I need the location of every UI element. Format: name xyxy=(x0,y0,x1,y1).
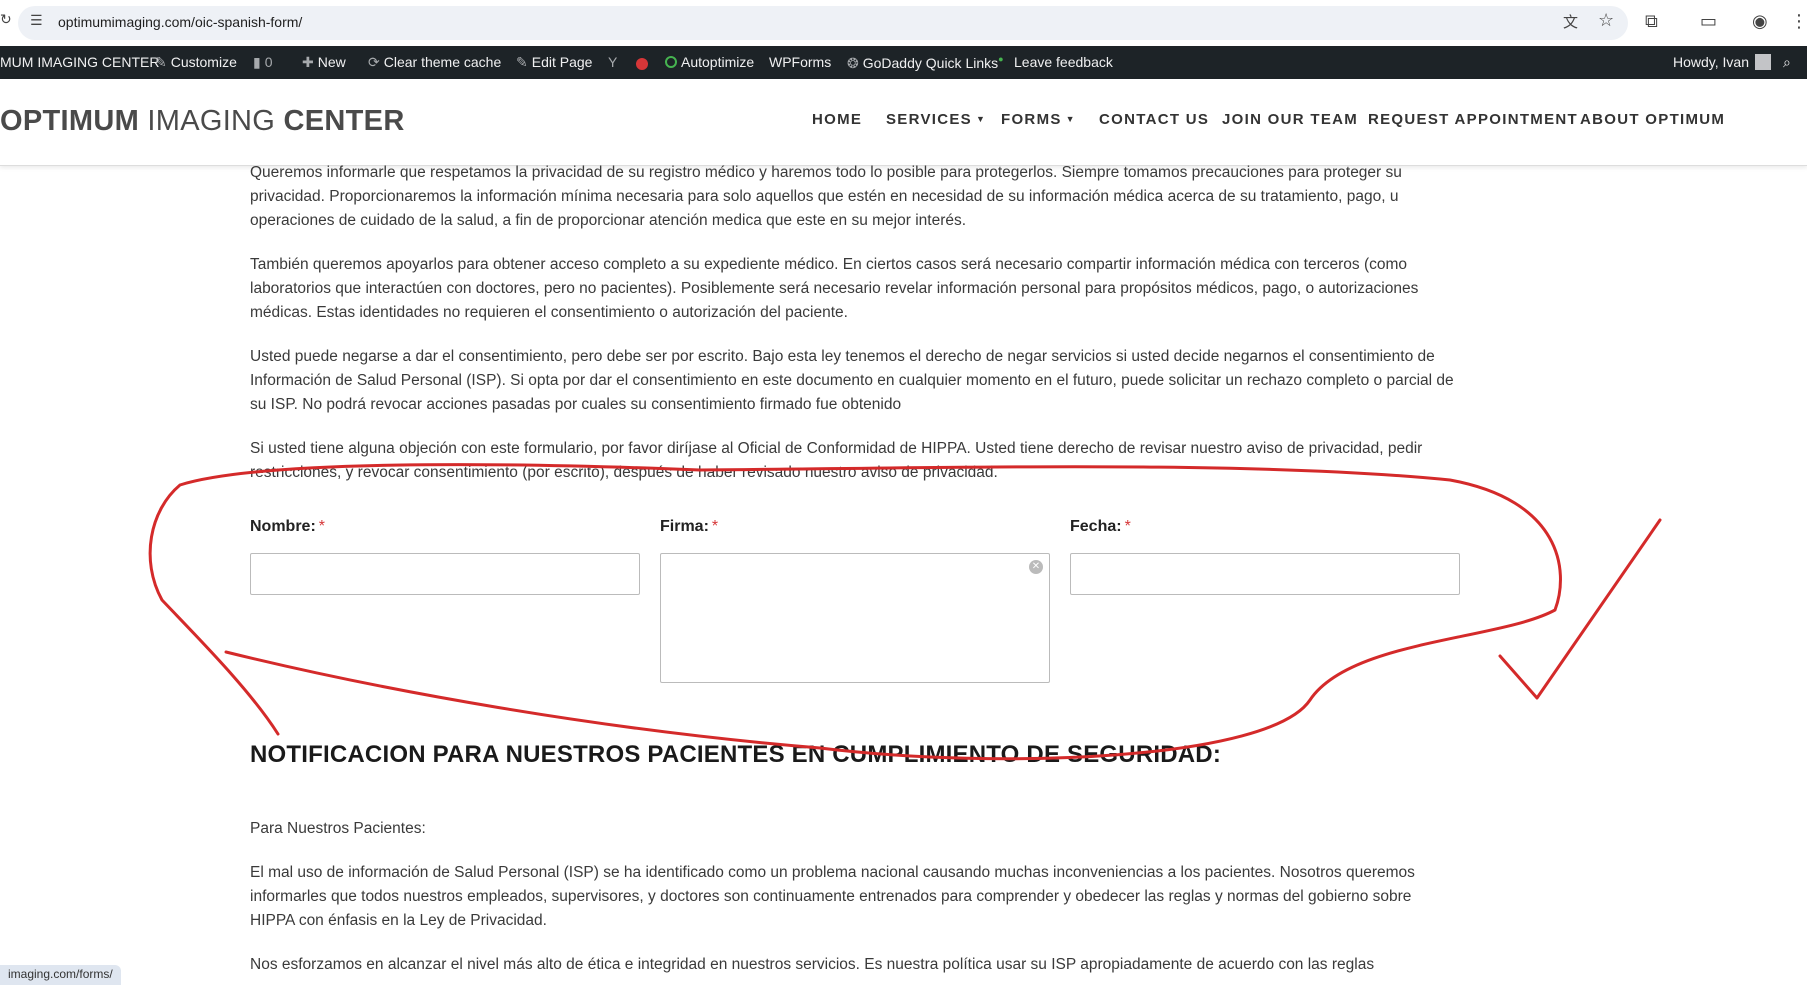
admin-godaddy-label: GoDaddy Quick Links xyxy=(862,55,999,71)
caret-down-icon: ▼ xyxy=(1065,114,1076,124)
logo-part-3: CENTER xyxy=(283,105,405,137)
admin-comments[interactable]: ▮ 0 xyxy=(253,54,273,71)
profile-icon[interactable]: ◉ xyxy=(1752,11,1768,32)
brush-icon: ✎ xyxy=(155,54,167,70)
firma-label: Firma: * xyxy=(660,518,718,536)
fecha-label: Fecha: * xyxy=(1070,518,1131,536)
fecha-input[interactable] xyxy=(1070,553,1460,595)
refresh-icon: ⟳ xyxy=(368,54,380,70)
admin-wpforms[interactable]: WPForms xyxy=(769,54,831,70)
admin-leave-feedback[interactable]: Leave feedback xyxy=(1014,54,1113,70)
required-mark: * xyxy=(318,518,326,535)
fecha-label-text: Fecha: xyxy=(1070,518,1122,535)
nav-services[interactable]: SERVICES ▼ xyxy=(886,111,986,128)
yoast-icon: Y xyxy=(608,54,618,70)
nav-forms[interactable]: FORMS ▼ xyxy=(1001,111,1076,128)
admin-customize[interactable]: ✎ Customize xyxy=(155,54,237,71)
godaddy-badge-icon: ● xyxy=(998,54,1004,64)
privacy-paragraph-1: Queremos informarle que respetamos la pr… xyxy=(250,164,1402,229)
godaddy-icon: ❂ xyxy=(847,55,859,71)
security-paragraph-1: El mal uso de información de Salud Perso… xyxy=(250,864,1415,929)
site-header: OPTIMUM IMAGING CENTER HOME SERVICES ▼ FO… xyxy=(0,79,1807,166)
admin-autoptimize-label: Autoptimize xyxy=(681,54,755,70)
address-bar[interactable]: ☰ optimumimaging.com/oic-spanish-form/ 文… xyxy=(18,6,1628,40)
reload-icon[interactable]: ↻ xyxy=(0,12,12,28)
nombre-label-text: Nombre: xyxy=(250,518,316,535)
extensions-icon[interactable]: ⧉ xyxy=(1645,11,1658,32)
admin-yoast[interactable]: Y xyxy=(608,54,621,70)
admin-comments-count: 0 xyxy=(264,54,273,70)
privacy-paragraph-2: También queremos apoyarlos para obtener … xyxy=(250,256,1419,321)
translate-icon[interactable]: 文 xyxy=(1563,11,1578,32)
url-text: optimumimaging.com/oic-spanish-form/ xyxy=(58,14,303,30)
pencil-icon: ✎ xyxy=(516,54,528,70)
admin-customize-label: Customize xyxy=(170,54,237,70)
nav-join[interactable]: JOIN OUR TEAM xyxy=(1222,111,1358,128)
privacy-paragraph-4: Si usted tiene alguna objeción con este … xyxy=(250,440,1423,481)
logo-part-2: IMAGING xyxy=(139,105,284,137)
cast-icon[interactable]: ▭ xyxy=(1700,11,1717,32)
admin-autoptimize[interactable]: Autoptimize xyxy=(665,54,754,70)
admin-howdy[interactable]: Howdy, Ivan xyxy=(1673,54,1771,70)
menu-dots-icon[interactable]: ⋮ xyxy=(1790,11,1807,32)
admin-clear-cache-label: Clear theme cache xyxy=(383,54,502,70)
nombre-input[interactable] xyxy=(250,553,640,595)
nav-contact[interactable]: CONTACT US xyxy=(1099,111,1209,128)
admin-clear-cache[interactable]: ⟳ Clear theme cache xyxy=(368,54,501,71)
nav-request[interactable]: REQUEST APPOINTMENT xyxy=(1368,111,1578,128)
admin-edit-page[interactable]: ✎ Edit Page xyxy=(516,54,592,71)
bookmark-star-icon[interactable]: ☆ xyxy=(1598,10,1614,31)
caret-down-icon: ▼ xyxy=(976,114,987,124)
nav-services-label: SERVICES xyxy=(886,111,972,128)
admin-howdy-label: Howdy, Ivan xyxy=(1673,54,1749,70)
required-mark: * xyxy=(1124,518,1131,535)
admin-edit-page-label: Edit Page xyxy=(531,54,593,70)
security-notice-heading: NOTIFICACION PARA NUESTROS PACIENTES EN … xyxy=(250,741,1222,768)
seo-status-dot xyxy=(636,57,648,73)
nav-forms-label: FORMS xyxy=(1001,111,1062,128)
privacy-paragraph-3: Usted puede negarse a dar el consentimie… xyxy=(250,348,1454,413)
security-paragraph-2: Nos esforzamos en alcanzar el nivel más … xyxy=(250,956,1375,973)
admin-new[interactable]: ✚ New xyxy=(302,54,346,71)
autoptimize-status-icon xyxy=(665,56,677,68)
annotation-checkmark xyxy=(1498,518,1662,700)
patients-salutation: Para Nuestros Pacientes: xyxy=(250,820,426,837)
firma-label-text: Firma: xyxy=(660,518,709,535)
browser-toolbar: ↻ ☰ optimumimaging.com/oic-spanish-form/… xyxy=(0,0,1807,46)
nombre-label: Nombre: * xyxy=(250,518,325,536)
admin-godaddy[interactable]: ❂ GoDaddy Quick Links● xyxy=(847,54,1004,72)
status-bar-link: imaging.com/forms/ xyxy=(0,965,121,985)
signature-pad[interactable]: ✕ xyxy=(660,553,1050,683)
admin-search-icon[interactable]: ⌕ xyxy=(1783,54,1791,71)
logo-part-1: OPTIMUM xyxy=(0,105,140,137)
admin-new-label: New xyxy=(317,54,346,70)
clear-signature-icon[interactable]: ✕ xyxy=(1029,560,1043,574)
wp-admin-bar: MUM IMAGING CENTER ✎ Customize ▮ 0 ✚ New ⟳ C… xyxy=(0,46,1807,79)
admin-site-name[interactable]: MUM IMAGING CENTER xyxy=(0,54,159,70)
avatar xyxy=(1755,54,1771,70)
nav-home[interactable]: HOME xyxy=(812,111,862,128)
plus-icon: ✚ xyxy=(302,54,314,70)
comment-icon: ▮ xyxy=(253,54,261,70)
site-info-icon[interactable]: ☰ xyxy=(30,13,43,29)
site-logo[interactable]: OPTIMUM IMAGING CENTER xyxy=(0,105,405,138)
nav-about[interactable]: ABOUT OPTIMUM xyxy=(1580,111,1725,128)
required-mark: * xyxy=(711,518,719,535)
